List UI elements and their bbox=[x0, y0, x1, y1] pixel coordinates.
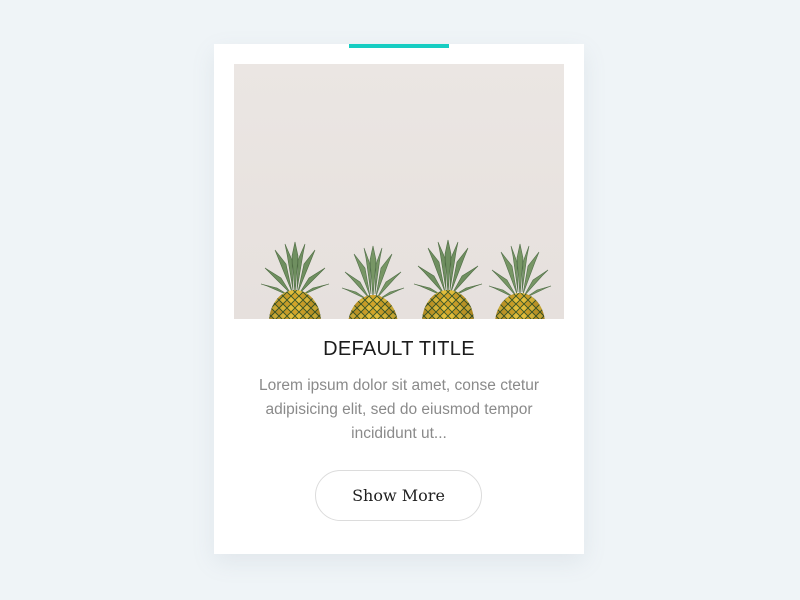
pineapple-2 bbox=[341, 245, 405, 319]
card-accent-bar bbox=[349, 44, 449, 48]
pineapple-3 bbox=[413, 239, 483, 319]
pineapple-4 bbox=[488, 243, 552, 319]
pineapple-1 bbox=[260, 241, 330, 319]
card-title: DEFAULT TITLE bbox=[323, 338, 475, 360]
content-card: DEFAULT TITLE Lorem ipsum dolor sit amet… bbox=[214, 44, 584, 554]
card-image bbox=[234, 64, 564, 319]
card-description: Lorem ipsum dolor sit amet, conse ctetur… bbox=[259, 377, 539, 442]
pineapples-illustration bbox=[260, 239, 552, 319]
show-more-button[interactable]: Show More bbox=[315, 470, 482, 521]
